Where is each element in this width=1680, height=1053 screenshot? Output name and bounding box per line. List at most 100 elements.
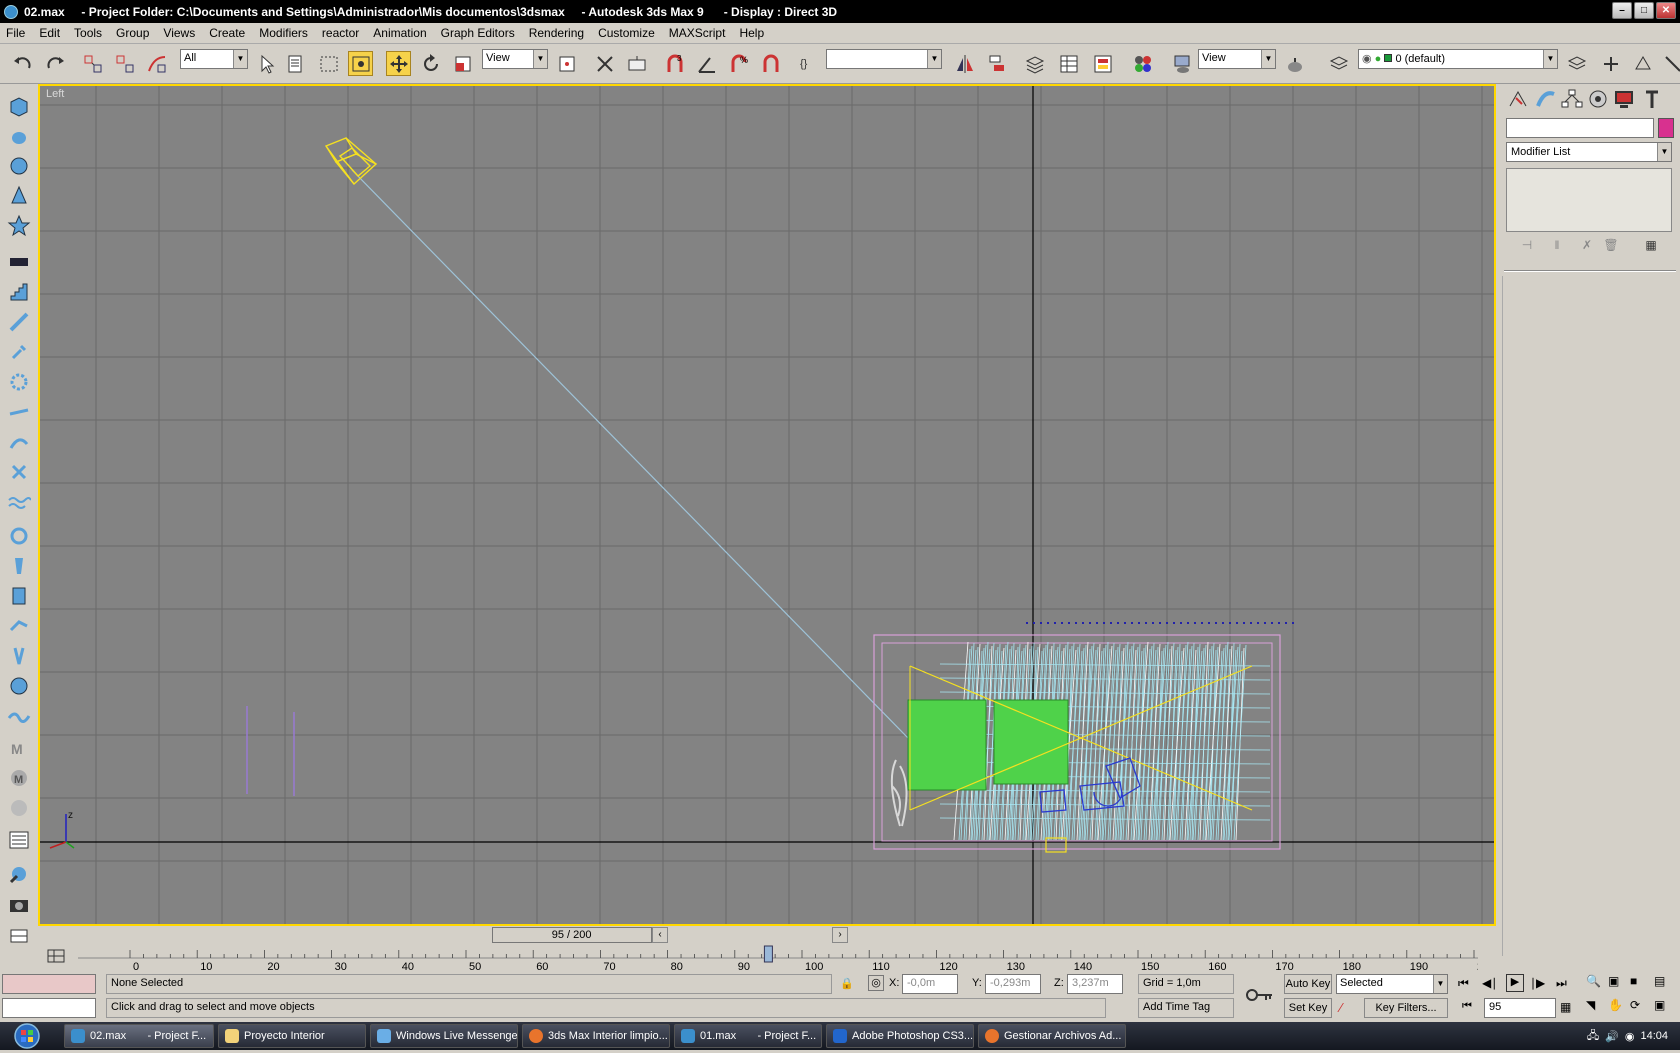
play-animation-icon[interactable]: ▶ xyxy=(1506,974,1524,992)
render-setup-icon[interactable] xyxy=(1660,51,1680,76)
selection-filter-dropdown[interactable]: All ▼ xyxy=(180,49,248,69)
menu-customize[interactable]: Customize xyxy=(598,26,655,40)
material-m-icon[interactable]: M xyxy=(7,736,31,760)
open-mini-curve-editor-icon[interactable] xyxy=(7,924,31,948)
curve-editor-icon[interactable] xyxy=(1056,51,1081,76)
previous-frame-arrow-icon[interactable]: ‹ xyxy=(652,927,668,943)
material-editor-icon[interactable] xyxy=(1130,51,1155,76)
remove-modifier-icon[interactable]: 🗑 xyxy=(1600,238,1622,258)
plant-object[interactable] xyxy=(890,759,908,827)
select-objects-in-layer-icon[interactable] xyxy=(1630,51,1655,76)
layer-manager-icon[interactable] xyxy=(1022,51,1047,76)
menu-modifiers[interactable]: Modifiers xyxy=(259,26,308,40)
named-selection-dropdown[interactable]: ▼ xyxy=(826,49,942,69)
create-teapot-icon[interactable] xyxy=(7,124,31,148)
app-icon[interactable] xyxy=(4,4,18,19)
select-link-icon[interactable] xyxy=(80,51,105,76)
viewport-scene[interactable] xyxy=(40,86,1494,924)
modifier-spherify-icon[interactable] xyxy=(7,674,31,698)
y-coordinate-field[interactable]: -0,293m xyxy=(985,974,1041,994)
material-multi-icon[interactable] xyxy=(7,796,31,820)
open-curve-editor-icon[interactable] xyxy=(46,948,66,964)
absolute-mode-icon[interactable]: ◎ xyxy=(868,975,884,991)
minimize-button[interactable]: – xyxy=(1612,2,1632,19)
angle-snap-icon[interactable] xyxy=(694,51,719,76)
rectangular-selection-icon[interactable] xyxy=(316,51,341,76)
time-slider-thumb[interactable]: 95 / 200 xyxy=(491,927,652,943)
menu-rendering[interactable]: Rendering xyxy=(529,26,584,40)
select-move-icon[interactable] xyxy=(386,51,411,76)
keyboard-shortcut-icon[interactable] xyxy=(624,51,649,76)
zoom-extents-all-icon[interactable]: ▤ xyxy=(1654,974,1665,988)
go-to-start-icon[interactable]: ⏮ xyxy=(1458,976,1469,991)
quick-render-icon[interactable] xyxy=(1282,51,1307,76)
menu-reactor[interactable]: reactor xyxy=(322,26,359,40)
key-filters-button[interactable]: Key Filters... xyxy=(1364,998,1448,1018)
menu-tools[interactable]: Tools xyxy=(74,26,102,40)
auto-key-button[interactable]: Auto Key xyxy=(1284,974,1332,994)
task-proyecto-interior[interactable]: Proyecto Interior xyxy=(218,1024,366,1048)
snaps-toggle-icon[interactable]: 3 xyxy=(662,51,687,76)
task-firefox-gestionar[interactable]: Gestionar Archivos Ad... xyxy=(978,1024,1126,1048)
set-key-button[interactable]: Set Key xyxy=(1284,998,1332,1018)
create-star-icon[interactable] xyxy=(7,214,31,238)
arc-rotate-icon[interactable]: ⟳ xyxy=(1630,998,1640,1012)
modifier-stack[interactable] xyxy=(1506,168,1672,232)
menu-animation[interactable]: Animation xyxy=(373,26,426,40)
menu-create[interactable]: Create xyxy=(209,26,245,40)
edit-named-selection-icon[interactable]: {} xyxy=(796,51,821,76)
window-panel-right[interactable] xyxy=(993,699,1069,785)
render-frame-icon[interactable] xyxy=(7,828,31,852)
make-unique-icon[interactable]: ✗ xyxy=(1576,238,1598,258)
configure-modifier-sets-icon[interactable]: ▦ xyxy=(1640,238,1662,258)
layer-add-selection-icon[interactable] xyxy=(1564,51,1589,76)
render-scene-icon[interactable] xyxy=(1170,51,1195,76)
menu-edit[interactable]: Edit xyxy=(39,26,60,40)
task-photoshop[interactable]: Adobe Photoshop CS3... xyxy=(826,1024,974,1048)
create-cone-icon[interactable] xyxy=(7,184,31,208)
redo-icon[interactable] xyxy=(42,51,67,76)
hierarchy-tab-icon[interactable] xyxy=(1560,88,1586,112)
render-type-dropdown[interactable]: View ▼ xyxy=(1198,49,1276,69)
current-frame-field[interactable]: 95 xyxy=(1484,998,1556,1018)
select-by-name-icon[interactable] xyxy=(284,51,309,76)
maximize-button[interactable]: □ xyxy=(1634,2,1654,19)
z-coordinate-field[interactable]: 3,237m xyxy=(1067,974,1123,994)
create-plane-icon[interactable] xyxy=(7,400,31,424)
align-icon[interactable] xyxy=(984,51,1009,76)
zoom-extents-icon[interactable]: ■ xyxy=(1630,974,1637,988)
viewport-left[interactable]: Left z xyxy=(38,84,1496,926)
create-stairs-icon[interactable] xyxy=(7,280,31,304)
modifier-flex-icon[interactable] xyxy=(7,644,31,668)
viewport-label[interactable]: Left xyxy=(46,88,64,100)
network-icon[interactable]: 🖧 xyxy=(1587,1027,1599,1046)
reference-coordinate-dropdown[interactable]: View ▼ xyxy=(482,49,548,69)
camera-object[interactable] xyxy=(324,137,378,186)
key-mode-toggle-icon[interactable]: ⏮ xyxy=(1462,1000,1472,1013)
unlink-icon[interactable] xyxy=(112,51,137,76)
object-color-swatch[interactable] xyxy=(1658,118,1674,138)
tray-app-icon[interactable]: ◉ xyxy=(1625,1030,1635,1043)
camera-icon[interactable] xyxy=(7,892,31,916)
clock[interactable]: 14:04 xyxy=(1640,1030,1668,1042)
selection-lock-icon[interactable]: 🔒 xyxy=(840,977,854,990)
maximize-viewport-icon[interactable]: ▣ xyxy=(1654,998,1665,1012)
select-scale-icon[interactable] xyxy=(450,51,475,76)
mirror-icon[interactable] xyxy=(952,51,977,76)
maxscript-input-mini[interactable] xyxy=(2,998,96,1018)
close-button[interactable]: ✕ xyxy=(1656,2,1676,19)
spinner-snap-icon[interactable] xyxy=(758,51,783,76)
modifier-extrude-icon[interactable] xyxy=(7,584,31,608)
current-layer-dropdown[interactable]: ◉ ● 0 (default) ▼ xyxy=(1358,49,1558,69)
pan-view-icon[interactable]: ✋ xyxy=(1608,998,1623,1012)
menu-views[interactable]: Views xyxy=(163,26,195,40)
motion-tab-icon[interactable] xyxy=(1586,88,1612,112)
task-firefox-interior[interactable]: 3ds Max Interior limpio... xyxy=(522,1024,670,1048)
time-slider[interactable]: ‹ 95 / 200 › xyxy=(40,926,1496,943)
display-tab-icon[interactable] xyxy=(1612,88,1638,112)
create-slab-icon[interactable] xyxy=(7,250,31,274)
select-rotate-icon[interactable] xyxy=(418,51,443,76)
create-particle-icon[interactable] xyxy=(7,460,31,484)
time-configuration-icon[interactable]: ▦ xyxy=(1560,1000,1571,1014)
default-in-out-tangents-icon[interactable]: ∕ xyxy=(1340,1000,1356,1016)
